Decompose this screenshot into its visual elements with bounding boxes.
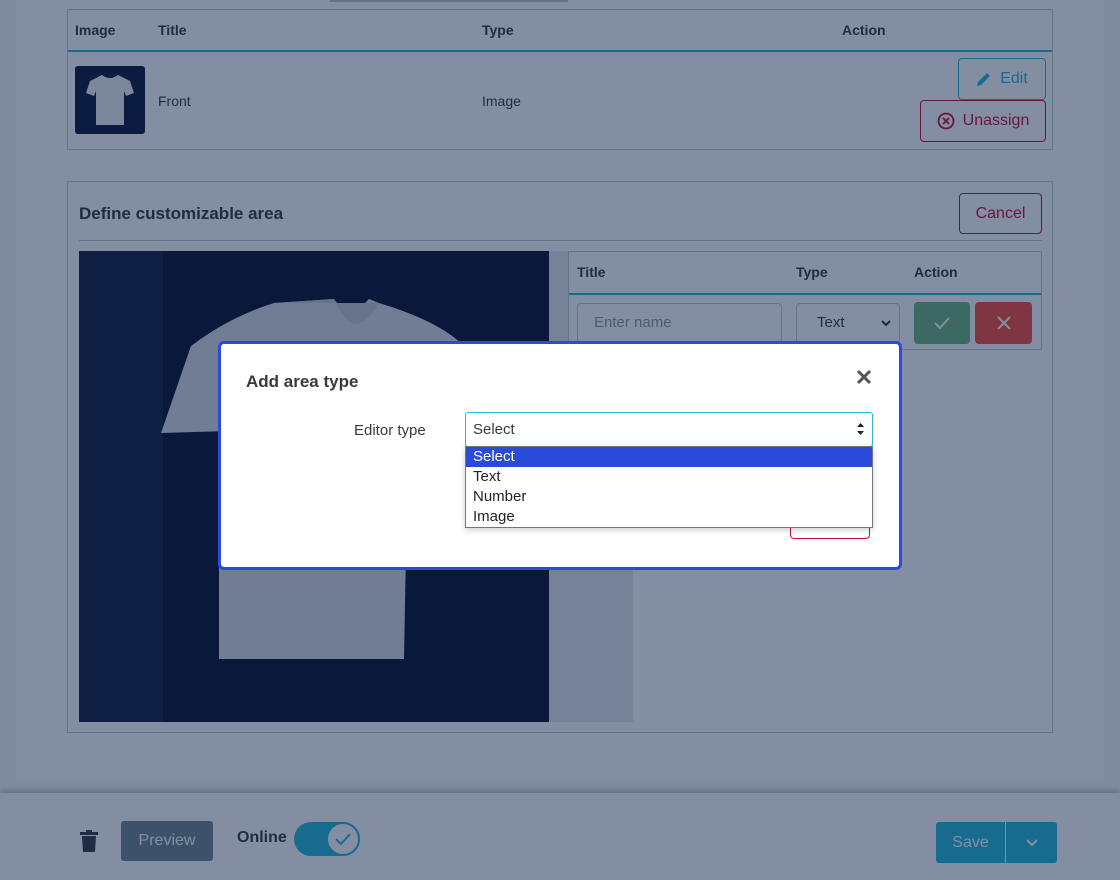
editor-type-options: Select Text Number Image bbox=[465, 446, 873, 528]
close-icon bbox=[856, 369, 872, 385]
option-select[interactable]: Select bbox=[466, 447, 872, 467]
modal-title: Add area type bbox=[246, 372, 359, 391]
sort-arrows-icon bbox=[857, 423, 864, 435]
editor-type-select[interactable]: Select bbox=[465, 412, 873, 447]
option-text[interactable]: Text bbox=[466, 467, 872, 487]
option-image[interactable]: Image bbox=[466, 507, 872, 527]
option-number[interactable]: Number bbox=[466, 487, 872, 507]
editor-type-selected: Select bbox=[473, 421, 515, 438]
modal-close-button[interactable] bbox=[853, 366, 875, 388]
editor-type-label: Editor type bbox=[354, 422, 426, 439]
